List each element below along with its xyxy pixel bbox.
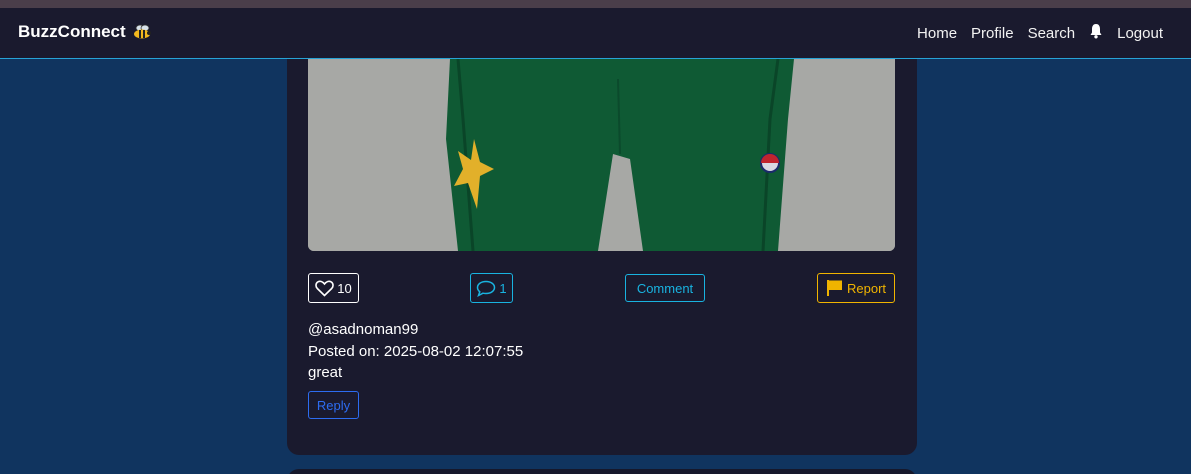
nav-logout-link[interactable]: Logout — [1117, 25, 1163, 42]
bell-icon — [1090, 24, 1102, 39]
comments-count: 1 — [499, 280, 507, 296]
heart-icon — [315, 280, 335, 297]
comment-button[interactable]: Comment — [625, 274, 705, 302]
report-button[interactable]: Report — [817, 273, 895, 303]
nav-links: Home Profile Search Logout — [917, 23, 1163, 43]
bee-icon — [133, 24, 151, 39]
speech-bubble-icon — [477, 280, 496, 297]
navbar: BuzzConnect Home Profile Search Logout — [0, 8, 1191, 59]
reply-button[interactable]: Reply — [308, 391, 359, 419]
nav-home-link[interactable]: Home — [917, 25, 957, 42]
like-button[interactable]: 10 — [308, 273, 359, 303]
flag-icon — [826, 280, 842, 296]
brand-name: BuzzConnect — [18, 22, 126, 41]
comments-count-button[interactable]: 1 — [470, 273, 513, 303]
post-timestamp: Posted on: 2025-08-02 12:07:55 — [308, 342, 524, 360]
jersey-photo — [308, 59, 895, 251]
nav-profile-link[interactable]: Profile — [971, 25, 1014, 42]
brand-logo[interactable]: BuzzConnect — [18, 22, 152, 42]
post-image[interactable] — [308, 59, 895, 251]
nav-search-link[interactable]: Search — [1028, 25, 1076, 42]
post-actions: 10 1 Comment Report — [308, 273, 895, 303]
post-meta: @asadnoman99 Posted on: 2025-08-02 12:07… — [308, 319, 523, 384]
post-text: great — [308, 364, 343, 381]
post-card: 10 1 Comment Report @asadnoman99 Posted … — [287, 59, 917, 455]
post-username[interactable]: @asadnoman99 — [308, 319, 523, 341]
top-strip — [0, 0, 1191, 8]
report-label: Report — [846, 280, 887, 296]
likes-count: 10 — [337, 280, 352, 296]
next-post-card — [287, 469, 917, 474]
nav-notifications-link[interactable] — [1089, 23, 1103, 43]
